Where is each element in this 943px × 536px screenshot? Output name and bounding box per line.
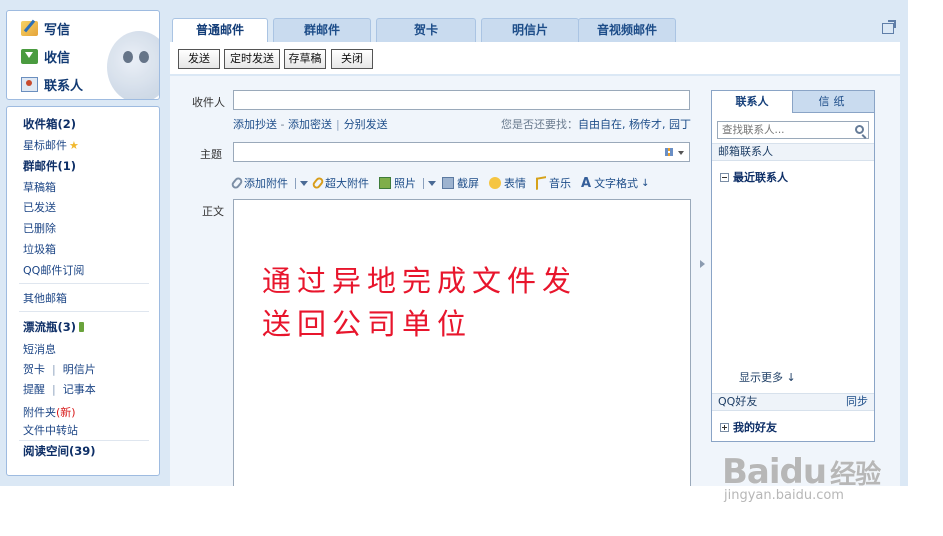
drift-bottle-link[interactable]: 漂流瓶(3) (23, 319, 85, 335)
nav-divider (19, 283, 149, 284)
popout-icon[interactable] (882, 20, 896, 34)
subject-label: 主题 (200, 148, 222, 161)
qq-penguin-decoration (107, 31, 159, 99)
contact-suggestion: 您是否还要找：自由自在, 杨传才, 园丁 (501, 118, 691, 131)
subject-input[interactable] (233, 142, 690, 162)
save-draft-button[interactable]: 存草稿 (284, 49, 326, 69)
large-paperclip-icon (311, 175, 325, 191)
card-links: 贺卡 | 明信片 (23, 363, 96, 376)
sms-link[interactable]: 短消息 (23, 341, 56, 357)
reminder-link[interactable]: 提醒 (23, 383, 45, 396)
contacts-link[interactable]: 联系人 (21, 75, 83, 94)
tab-postcard[interactable]: 明信片 (481, 18, 579, 42)
collapse-icon[interactable] (720, 172, 729, 182)
folder-starred[interactable]: 星标邮件 ★ (23, 137, 79, 153)
reminder-links: 提醒 | 记事本 (23, 383, 96, 396)
folder-drafts[interactable]: 草稿箱 (23, 179, 56, 195)
smiley-icon (489, 177, 501, 189)
star-icon: ★ (69, 139, 79, 152)
stationery-grid-icon[interactable] (665, 148, 673, 156)
mail-app-frame: 写信 收信 联系人 收件箱(2) 星标邮件 ★ 群邮件(1) 草稿箱 已发送 已删… (0, 0, 908, 486)
folder-deleted[interactable]: 已删除 (23, 220, 56, 236)
folder-subscriptions[interactable]: QQ邮件订阅 (23, 262, 84, 278)
add-attachment-button[interactable]: 添加附件 (230, 175, 296, 191)
notebook-link[interactable]: 记事本 (63, 383, 96, 396)
show-more-link[interactable]: 显示更多 ↓ (739, 369, 796, 385)
folder-inbox[interactable]: 收件箱(2) (23, 116, 76, 132)
folder-nav: 收件箱(2) 星标邮件 ★ 群邮件(1) 草稿箱 已发送 已删除 垃圾箱 QQ邮件… (6, 106, 160, 476)
attachment-toolbar: 添加附件 超大附件 照片 截屏 表情 音乐 A 文字格式 ↓ (230, 175, 659, 191)
my-friends-group[interactable]: 我的好友 (720, 419, 777, 435)
add-bcc-link[interactable]: 添加密送 (288, 118, 332, 131)
suggested-contacts-link[interactable]: 自由自在, 杨传才, 园丁 (578, 118, 691, 131)
photo-icon (379, 177, 391, 189)
folder-group-mail[interactable]: 群邮件(1) (23, 158, 76, 174)
compose-form: 收件人 添加抄送 - 添加密送 | 分别发送 您是否还要找：自由自在, 杨传才, 园… (170, 76, 900, 486)
emoji-button[interactable]: 表情 (489, 175, 526, 191)
photo-dropdown-icon[interactable] (428, 180, 436, 186)
to-input[interactable] (233, 90, 690, 110)
tab-contacts[interactable]: 联系人 (712, 91, 792, 113)
add-cc-link[interactable]: 添加抄送 (233, 118, 277, 131)
tab-stationery[interactable]: 信纸 (792, 91, 874, 113)
nav-divider (19, 440, 149, 441)
chevron-down-icon[interactable] (678, 151, 684, 155)
to-label: 收件人 (192, 96, 225, 109)
contacts-side-panel: 联系人 信纸 邮箱联系人 最近联系人 显示更多 ↓ QQ好友同步 我的好友 (711, 90, 875, 442)
recipient-options: 添加抄送 - 添加密送 | 分别发送 (233, 118, 388, 131)
panel-toggle-arrow-icon[interactable] (700, 260, 705, 268)
contact-card-icon (21, 77, 38, 92)
overlay-annotation-text: 通过异地完成文件发 送回公司单位 (262, 264, 578, 341)
reading-space-link[interactable]: 阅读空间(39) (23, 443, 96, 459)
screenshot-button[interactable]: 截屏 (442, 175, 479, 191)
receive-link[interactable]: 收信 (21, 47, 70, 66)
music-button[interactable]: 音乐 (536, 175, 571, 191)
tab-group-mail[interactable]: 群邮件 (273, 18, 371, 42)
tab-greeting-card[interactable]: 贺卡 (376, 18, 476, 42)
search-icon[interactable] (855, 125, 864, 134)
bottle-icon (79, 322, 85, 332)
postcard-link[interactable]: 明信片 (63, 363, 96, 376)
tab-av-mail[interactable]: 音视频邮件 (578, 18, 676, 42)
file-transfer-link[interactable]: 文件中转站 (23, 422, 78, 438)
contact-search-input[interactable] (717, 121, 869, 139)
tab-normal-mail[interactable]: 普通邮件 (172, 18, 268, 42)
message-body-editor[interactable]: 通过异地完成文件发 送回公司单位 (233, 199, 691, 486)
screenshot-icon (442, 177, 454, 189)
folder-sent[interactable]: 已发送 (23, 199, 56, 215)
separate-send-link[interactable]: 分别发送 (344, 118, 388, 131)
attachments-folder-link[interactable]: 附件夹(新) (23, 404, 76, 420)
pencil-icon (21, 21, 38, 36)
quick-actions-panel: 写信 收信 联系人 (6, 10, 160, 100)
close-button[interactable]: 关闭 (331, 49, 373, 69)
photo-button[interactable]: 照片 (379, 175, 424, 191)
inbox-icon (21, 49, 38, 64)
greeting-card-link[interactable]: 贺卡 (23, 363, 45, 376)
body-label: 正文 (202, 205, 224, 218)
folder-trash[interactable]: 垃圾箱 (23, 241, 56, 257)
folder-other-mailboxes[interactable]: 其他邮箱 (23, 290, 67, 306)
compose-toolbar: 发送 定时发送 存草稿 关闭 (170, 42, 900, 74)
qq-friends-header: QQ好友 同步 (712, 393, 874, 411)
mail-contacts-header: 邮箱联系人 (712, 143, 874, 161)
recent-contacts-group[interactable]: 最近联系人 (720, 169, 788, 185)
scheduled-send-button[interactable]: 定时发送 (224, 49, 280, 69)
compose-link[interactable]: 写信 (21, 19, 70, 38)
baidu-jingyan-watermark: Baidu 经验 jingyan.baidu.com (722, 452, 881, 503)
music-note-icon (536, 176, 546, 190)
baidu-logo: Baidu 经验 (722, 452, 881, 492)
text-format-button[interactable]: A 文字格式 ↓ (581, 175, 649, 191)
send-button[interactable]: 发送 (178, 49, 220, 69)
large-attachment-button[interactable]: 超大附件 (311, 175, 369, 191)
expand-icon[interactable] (720, 422, 729, 432)
sync-link[interactable]: 同步 (846, 394, 868, 410)
attachment-dropdown-icon[interactable] (300, 180, 308, 186)
paperclip-icon (230, 175, 244, 191)
text-format-icon: A (581, 175, 592, 191)
nav-divider (19, 311, 149, 312)
